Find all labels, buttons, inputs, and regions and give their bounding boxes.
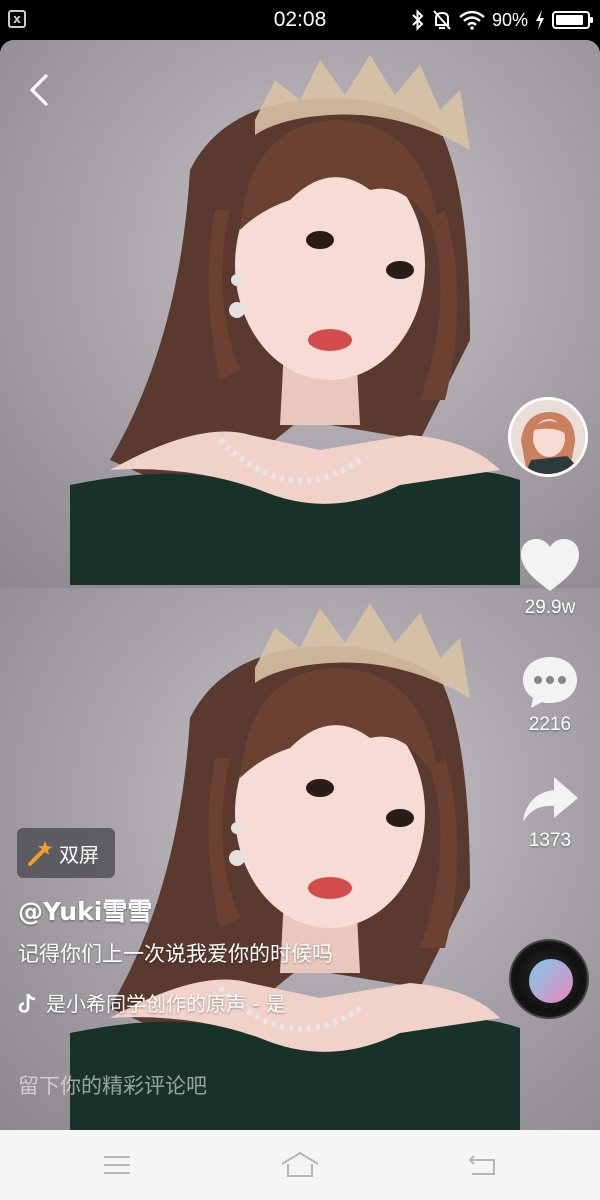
system-nav-bar: [0, 1130, 600, 1200]
back-icon: [30, 74, 48, 106]
home-icon: [281, 1151, 319, 1177]
menu-icon: [104, 1156, 130, 1174]
music-cover-icon: [529, 959, 573, 1003]
charging-icon: [536, 10, 544, 30]
bluetooth-icon: [412, 9, 424, 31]
comment-input[interactable]: 留下你的精彩评论吧: [18, 1070, 207, 1100]
portrait-illustration-top: [70, 55, 520, 585]
comment-button[interactable]: 2216: [512, 654, 588, 736]
dual-screen-button[interactable]: 双屏: [17, 828, 115, 878]
music-title: 是小希同学创作的原声 - 是: [46, 992, 286, 1016]
video-frame-top: [0, 40, 600, 585]
status-bar: x 02:08 90%: [0, 0, 600, 40]
share-count: 1373: [528, 830, 572, 851]
video-caption: 记得你们上一次说我爱你的时候吗: [18, 942, 333, 966]
battery-icon: [552, 11, 593, 29]
wifi-icon: [459, 10, 485, 30]
magic-wand-icon: [28, 841, 52, 866]
share-button[interactable]: 1373: [512, 774, 588, 852]
battery-percent: 90%: [491, 9, 528, 30]
music-info[interactable]: 是小希同学创作的原声 - 是: [18, 988, 286, 1017]
heart-icon: [521, 539, 579, 591]
back-button[interactable]: [22, 70, 58, 110]
mute-icon: [433, 10, 451, 30]
nav-menu-button[interactable]: [98, 1150, 138, 1180]
username-link[interactable]: @Yuki雪雪: [18, 892, 152, 928]
music-disc[interactable]: [509, 939, 589, 1019]
dual-screen-label: 双屏: [59, 842, 99, 867]
nav-home-button[interactable]: [280, 1150, 320, 1180]
battery-fill: [556, 15, 583, 25]
music-note-icon: [18, 992, 36, 1013]
nav-back-button[interactable]: [462, 1150, 502, 1180]
comment-icon: [523, 657, 577, 708]
like-count: 29.9w: [524, 597, 576, 618]
creator-avatar[interactable]: [508, 397, 588, 477]
share-arrow-icon: [523, 777, 578, 822]
status-icons: 90%: [411, 7, 593, 33]
video-player[interactable]: 29.9w 2216 1373 双屏 @Yuki雪雪 记得你们上一次说我爱你的时…: [0, 40, 600, 1130]
like-button[interactable]: 29.9w: [512, 537, 588, 619]
return-icon: [468, 1155, 495, 1175]
comment-count: 2216: [528, 714, 572, 735]
avatar-image: [511, 400, 585, 474]
